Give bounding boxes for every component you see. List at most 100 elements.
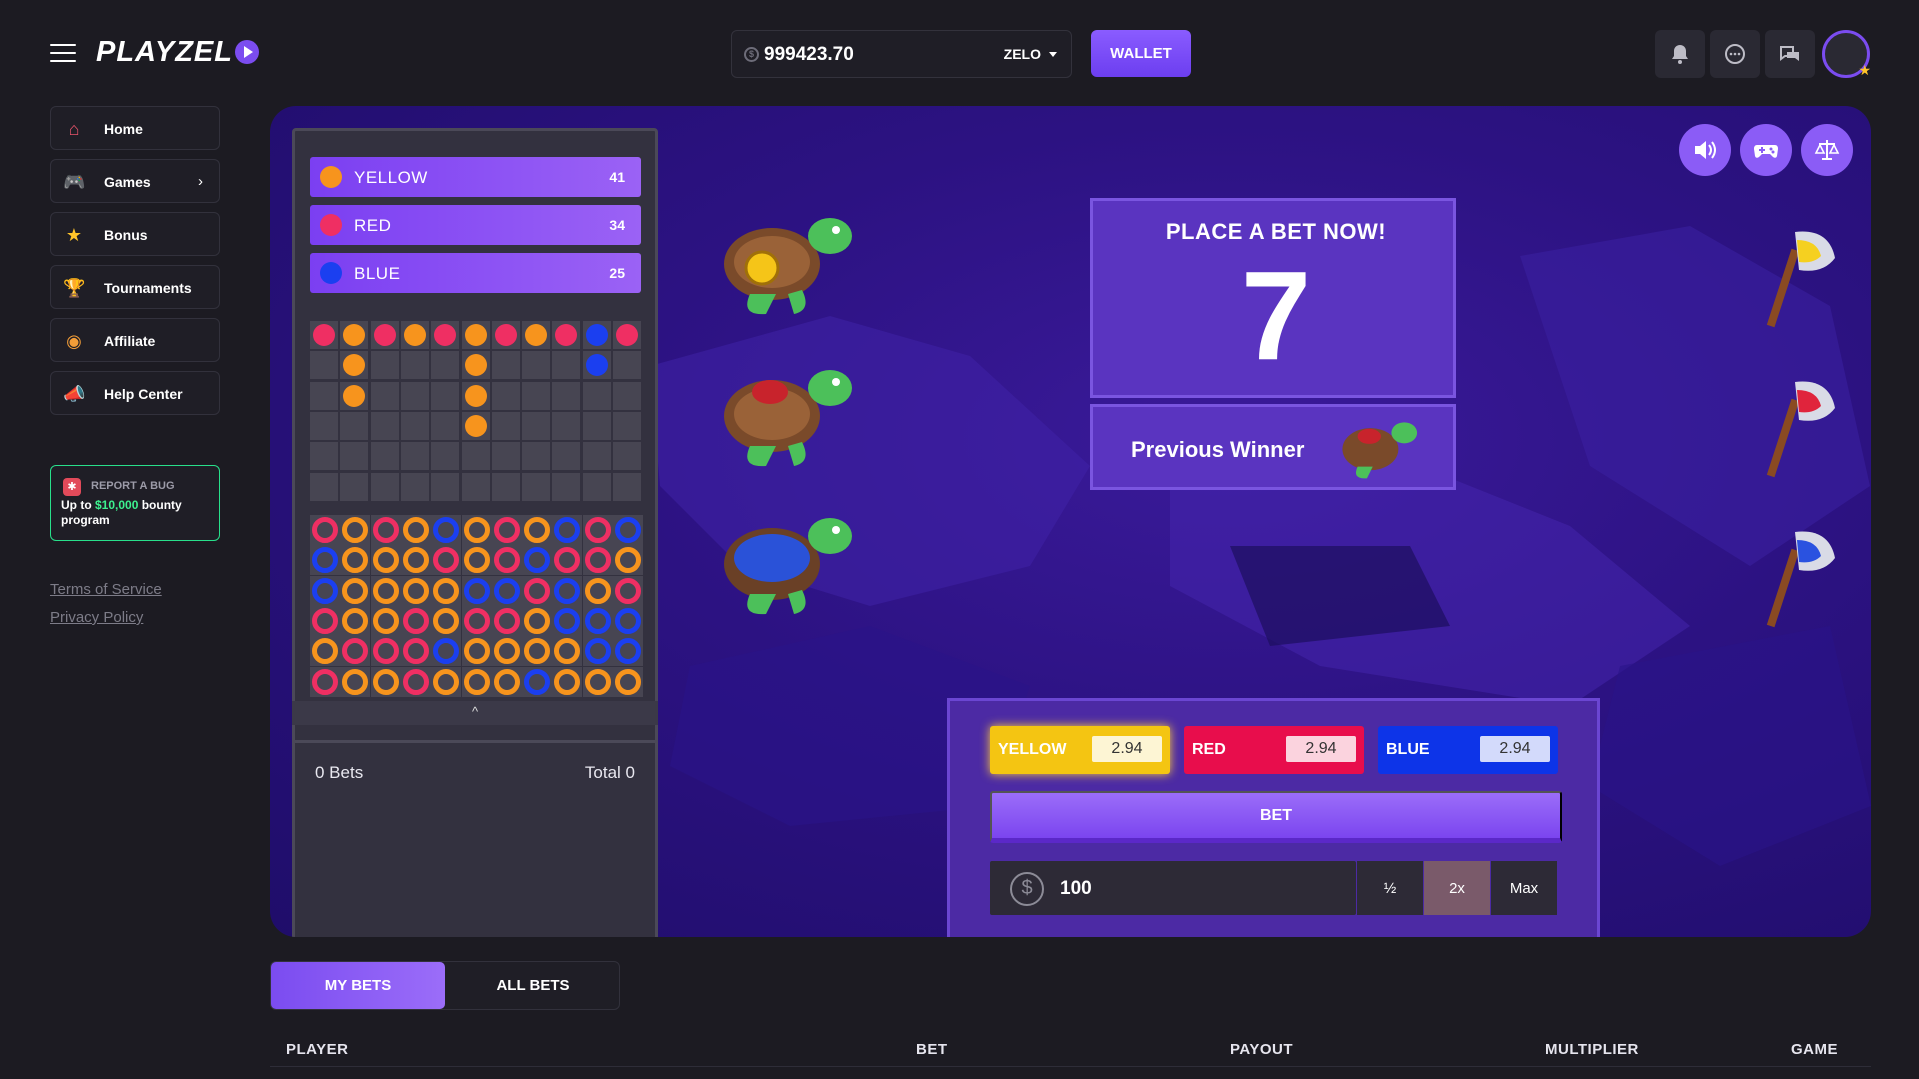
bead-dot xyxy=(343,384,366,407)
bets-total: Total 0 xyxy=(584,763,635,782)
sidebar-item-games[interactable]: 🎮 Games › xyxy=(50,159,220,203)
chevron-up-icon: ^ xyxy=(471,704,479,719)
ring-cell xyxy=(370,515,401,545)
bead-cell xyxy=(400,472,429,501)
blue-count-row: BLUE 25 xyxy=(310,253,641,293)
privacy-link[interactable]: Privacy Policy xyxy=(50,609,143,626)
double-amount-button[interactable]: 2x xyxy=(1424,861,1490,915)
ring-marker xyxy=(615,517,641,543)
ring-marker xyxy=(402,638,429,665)
bets-summary-panel: 0 Bets Total 0 xyxy=(292,740,658,937)
tab-all-bets[interactable]: ALL BETS xyxy=(446,962,620,1009)
bead-dot xyxy=(616,324,638,346)
red-turtle-icon xyxy=(724,370,852,467)
ring-marker xyxy=(342,607,369,634)
bet-yellow-button[interactable]: YELLOW 2.94 xyxy=(990,726,1170,774)
bead-cell xyxy=(310,321,338,349)
count-value: 25 xyxy=(609,265,625,281)
bead-cell xyxy=(310,442,338,471)
ring-marker xyxy=(493,517,520,543)
half-amount-button[interactable]: ½ xyxy=(1357,861,1423,915)
ring-marker xyxy=(493,607,520,634)
menu-icon[interactable] xyxy=(50,44,76,62)
sidebar-item-bonus[interactable]: ★ Bonus xyxy=(50,212,220,256)
column-bet: BET xyxy=(916,1041,948,1058)
currency-dropdown[interactable]: ZELO xyxy=(1004,46,1057,62)
bead-cell xyxy=(461,442,490,471)
bead-cell xyxy=(310,411,338,440)
ring-marker xyxy=(372,547,399,574)
tab-my-bets[interactable]: MY BETS xyxy=(271,962,445,1009)
ring-cell xyxy=(310,636,340,667)
place-bet-button[interactable]: BET xyxy=(990,791,1562,843)
wallet-button[interactable]: WALLET xyxy=(1091,30,1191,77)
top-header: PLAYZEL $ 999423.70 ZELO WALLET ★ xyxy=(0,0,1919,108)
ring-cell xyxy=(370,605,401,636)
chevron-right-icon: › xyxy=(198,173,203,190)
ring-marker xyxy=(524,517,551,543)
bead-cell xyxy=(552,442,581,471)
ring-marker xyxy=(312,547,338,574)
balance-selector[interactable]: $ 999423.70 ZELO xyxy=(731,30,1072,78)
odds-value: 2.94 xyxy=(1480,736,1550,762)
ring-marker xyxy=(402,668,429,695)
odds-name: BLUE xyxy=(1386,741,1430,758)
ring-marker xyxy=(402,517,429,543)
fairness-button[interactable] xyxy=(1801,124,1853,176)
ring-cell xyxy=(310,575,340,606)
yellow-axe-icon xyxy=(1766,231,1835,328)
ring-marker xyxy=(463,577,490,604)
ring-marker xyxy=(584,517,611,543)
blue-dot-icon xyxy=(320,262,342,284)
terms-link[interactable]: Terms of Service xyxy=(50,581,162,598)
count-name: BLUE xyxy=(354,264,401,283)
bead-cell xyxy=(613,411,641,440)
report-bug-card[interactable]: ✱ REPORT A BUG Up to $10,000 bounty prog… xyxy=(50,465,220,541)
bead-dot xyxy=(585,354,608,377)
avatar[interactable]: ★ xyxy=(1822,30,1871,78)
ring-cell xyxy=(340,515,371,545)
bet-amount-field[interactable]: $ xyxy=(990,861,1356,915)
ring-marker xyxy=(554,668,581,695)
ring-marker xyxy=(554,517,581,543)
bead-cell xyxy=(400,442,429,471)
ring-marker xyxy=(463,638,490,665)
ring-marker xyxy=(584,668,611,695)
table-divider xyxy=(270,1066,1871,1067)
bet-red-button[interactable]: RED 2.94 xyxy=(1184,726,1364,774)
support-chat-button[interactable] xyxy=(1710,30,1760,78)
sound-button[interactable] xyxy=(1679,124,1731,176)
ring-marker xyxy=(372,668,399,695)
bead-cell xyxy=(522,381,551,410)
logo-play-icon xyxy=(234,40,259,64)
bead-cell xyxy=(613,381,641,410)
ring-marker xyxy=(524,577,551,604)
bead-cell xyxy=(522,411,551,440)
logo[interactable]: PLAYZEL xyxy=(96,36,259,69)
sidebar-item-affiliate[interactable]: ◉ Affiliate xyxy=(50,318,220,362)
bet-amount-input[interactable] xyxy=(1060,878,1260,900)
sidebar-item-help-center[interactable]: 📣 Help Center xyxy=(50,371,220,415)
ring-cell xyxy=(582,515,613,545)
ring-cell xyxy=(461,605,492,636)
ring-marker xyxy=(433,638,460,665)
sidebar-item-home[interactable]: ⌂ Home xyxy=(50,106,220,150)
bead-cell xyxy=(552,351,581,380)
ring-marker xyxy=(372,607,399,634)
max-amount-button[interactable]: Max xyxy=(1491,861,1557,915)
bounty-amount: $10,000 xyxy=(95,498,139,512)
ring-marker xyxy=(342,668,369,695)
bead-cell xyxy=(431,321,460,349)
collapse-toggle[interactable]: ^ xyxy=(292,701,658,725)
game-info-button[interactable] xyxy=(1740,124,1792,176)
ring-cell xyxy=(461,666,492,697)
bet-blue-button[interactable]: BLUE 2.94 xyxy=(1378,726,1558,774)
ring-marker xyxy=(493,638,520,665)
sidebar-item-tournaments[interactable]: 🏆 Tournaments xyxy=(50,265,220,309)
ring-marker xyxy=(554,607,581,634)
notifications-button[interactable] xyxy=(1655,30,1705,78)
bead-cell xyxy=(340,411,369,440)
sidebar-item-label: Help Center xyxy=(104,386,183,402)
community-chat-button[interactable] xyxy=(1765,30,1815,78)
chevron-down-icon xyxy=(1049,52,1057,57)
